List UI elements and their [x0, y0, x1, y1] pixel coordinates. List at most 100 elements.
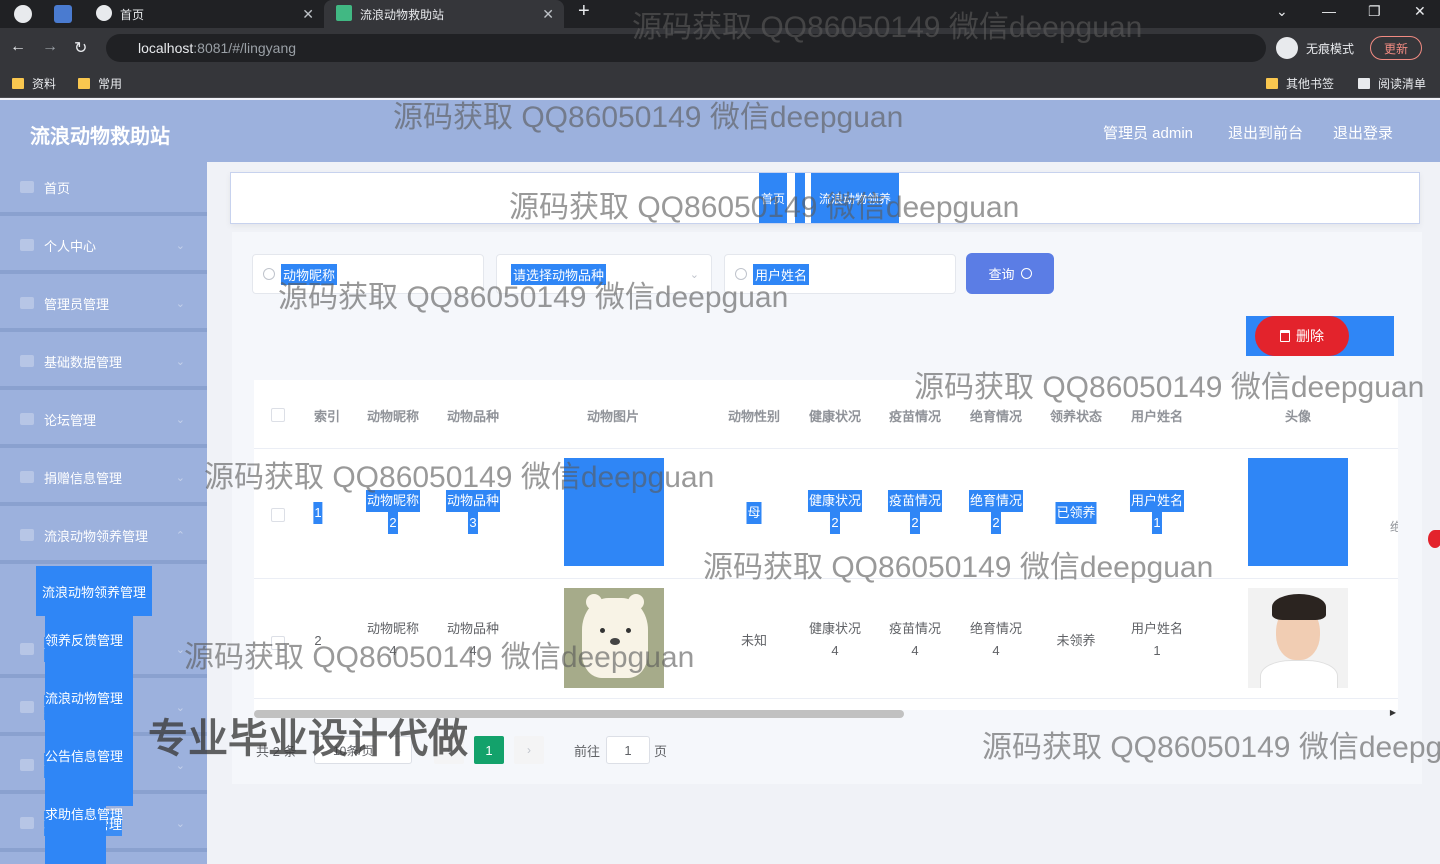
goto-page-input[interactable]: 1: [606, 736, 650, 764]
new-tab-button[interactable]: +: [578, 0, 590, 23]
bookmark-folder[interactable]: 常用: [78, 75, 122, 92]
sidebar-item-admins[interactable]: 管理员管理 ⌄: [0, 278, 207, 332]
sidebar-label-overlay: 流浪动物管理: [45, 691, 124, 706]
cell-vaccine-num: 4: [911, 643, 919, 658]
bookmark-label: 常用: [98, 77, 123, 91]
minimize-icon[interactable]: —: [1322, 3, 1336, 19]
cell-vaccine-value: 疫苗情况: [887, 490, 943, 512]
row-checkbox[interactable]: [271, 508, 285, 522]
avatar[interactable]: [1248, 588, 1348, 688]
cell-status: 未领养: [1056, 633, 1096, 648]
avatar-image-selected[interactable]: [1248, 458, 1348, 566]
close-window-icon[interactable]: ✕: [1414, 3, 1426, 20]
bookmark-folder[interactable]: 资料: [12, 75, 56, 92]
url-path: :8081/#/lingyang: [193, 40, 297, 56]
column-header[interactable]: 用户姓名: [1131, 406, 1183, 425]
scroll-right-icon[interactable]: ▶: [1390, 708, 1396, 717]
help-icon: [20, 817, 34, 829]
browser-menu-icon[interactable]: [14, 5, 32, 23]
column-header[interactable]: 动物图片: [587, 406, 639, 425]
incognito-indicator[interactable]: 无痕模式: [1276, 36, 1354, 60]
cell-health-value: 健康状况: [807, 490, 863, 512]
column-header[interactable]: 头像: [1285, 406, 1311, 425]
extension-icon[interactable]: [54, 5, 72, 23]
forward-icon[interactable]: →: [42, 38, 58, 56]
column-header[interactable]: 动物品种: [447, 406, 499, 425]
incognito-icon: [1276, 37, 1298, 59]
admin-icon: [20, 297, 34, 309]
tab-search-icon[interactable]: ⌄: [1276, 3, 1288, 20]
globe-icon: [96, 5, 112, 21]
close-tab-icon[interactable]: ✕: [542, 6, 554, 23]
reading-list[interactable]: 阅读清单: [1358, 75, 1426, 92]
cell-vaccine-value: 疫苗情况: [888, 621, 942, 636]
watermark: 源码获取 QQ86050149 微信deepguan: [632, 11, 1143, 44]
logout-link[interactable]: 退出登录: [1333, 122, 1393, 143]
sidebar-item-home[interactable]: 首页: [0, 162, 207, 216]
close-tab-icon[interactable]: ✕: [302, 6, 314, 23]
chevron-down-icon: ⌄: [175, 239, 185, 252]
watermark: 源码获取 QQ86050149 微信deepguan: [184, 641, 695, 674]
back-to-front-link[interactable]: 退出到前台: [1228, 122, 1303, 143]
sidebar-item-label: 基础数据管理: [44, 354, 123, 370]
bookmark-folder-other[interactable]: 其他书签: [1266, 75, 1334, 92]
trash-icon: [1280, 330, 1290, 342]
sidebar-item-forum[interactable]: 论坛管理 ⌄: [0, 394, 207, 448]
query-button[interactable]: 查询: [966, 253, 1054, 294]
cell-health: 健康状况 4: [809, 618, 861, 662]
cell-neuter-num: 2: [991, 512, 1001, 534]
bookmark-label: 资料: [32, 77, 57, 91]
next-page-button[interactable]: ›: [514, 736, 544, 764]
bear-ear: [586, 594, 602, 610]
grid-icon: [20, 701, 34, 713]
column-header[interactable]: 动物昵称: [367, 406, 419, 425]
update-button[interactable]: 更新: [1370, 36, 1422, 60]
cell-neuter: 绝育情况 2: [968, 490, 1024, 534]
cell-breed-num: 3: [468, 512, 478, 534]
column-header[interactable]: 健康状况: [809, 406, 861, 425]
cell-health-value: 健康状况: [808, 621, 862, 636]
watermark: 源码获取 QQ86050149 微信deepguan: [982, 731, 1440, 764]
column-header[interactable]: 疫苗情况: [889, 406, 941, 425]
cell-overflow: 绝育情况2: [1390, 516, 1398, 560]
restore-icon[interactable]: ❐: [1368, 3, 1381, 20]
adoption-icon: [20, 529, 34, 541]
cell-index: 1: [313, 502, 323, 524]
sidebar-item-label: 首页: [44, 180, 71, 196]
user-icon: [20, 759, 34, 771]
tab-rescue-station[interactable]: 流浪动物救助站 ✕: [324, 0, 564, 28]
column-header[interactable]: 领养状态: [1050, 406, 1102, 425]
column-header[interactable]: 索引: [314, 406, 340, 425]
cell-vaccine-num: 2: [910, 512, 920, 534]
tab-home[interactable]: 首页 ✕: [84, 0, 324, 28]
cell-health-num: 4: [831, 643, 839, 658]
sidebar-label-overlay: 领养反馈管理: [45, 633, 124, 648]
cell-status: 已领养: [1055, 502, 1097, 524]
list-icon: [20, 643, 34, 655]
submenu-item-adoption-management[interactable]: 流浪动物领养管理: [36, 566, 152, 616]
cell-neuter-num: 4: [992, 643, 1000, 658]
bookmark-label: 阅读清单: [1378, 77, 1427, 91]
column-header[interactable]: 绝育情况: [970, 406, 1022, 425]
goto-prefix: 前往: [574, 743, 601, 759]
cell-username-value: 用户姓名: [1130, 621, 1184, 636]
delete-button[interactable]: 删除: [1255, 316, 1349, 356]
url-text[interactable]: localhost:8081/#/lingyang: [138, 40, 296, 56]
cell-nickname-num: 2: [388, 512, 398, 534]
sidebar-item-donations[interactable]: 捐赠信息管理 ⌄: [0, 452, 207, 506]
page-number-current[interactable]: 1: [474, 736, 504, 764]
chevron-down-icon: ⌄: [175, 817, 185, 830]
cell-username-num: 1: [1152, 512, 1162, 534]
reload-icon[interactable]: ↻: [74, 38, 87, 58]
folder-icon: [1266, 78, 1278, 89]
sidebar-item-base-data[interactable]: 基础数据管理 ⌄: [0, 336, 207, 390]
forum-icon: [20, 413, 34, 425]
watermark: 源码获取 QQ86050149 微信deepguan: [393, 101, 904, 134]
cell-index-value: 1: [313, 502, 323, 524]
select-all-checkbox[interactable]: [271, 408, 285, 422]
column-header[interactable]: 动物性别: [728, 406, 780, 425]
home-icon: [20, 181, 34, 193]
sidebar-item-adoption[interactable]: 流浪动物领养管理 ⌃: [0, 510, 207, 564]
sidebar-item-profile[interactable]: 个人中心 ⌄: [0, 220, 207, 274]
back-icon[interactable]: ←: [10, 38, 26, 56]
